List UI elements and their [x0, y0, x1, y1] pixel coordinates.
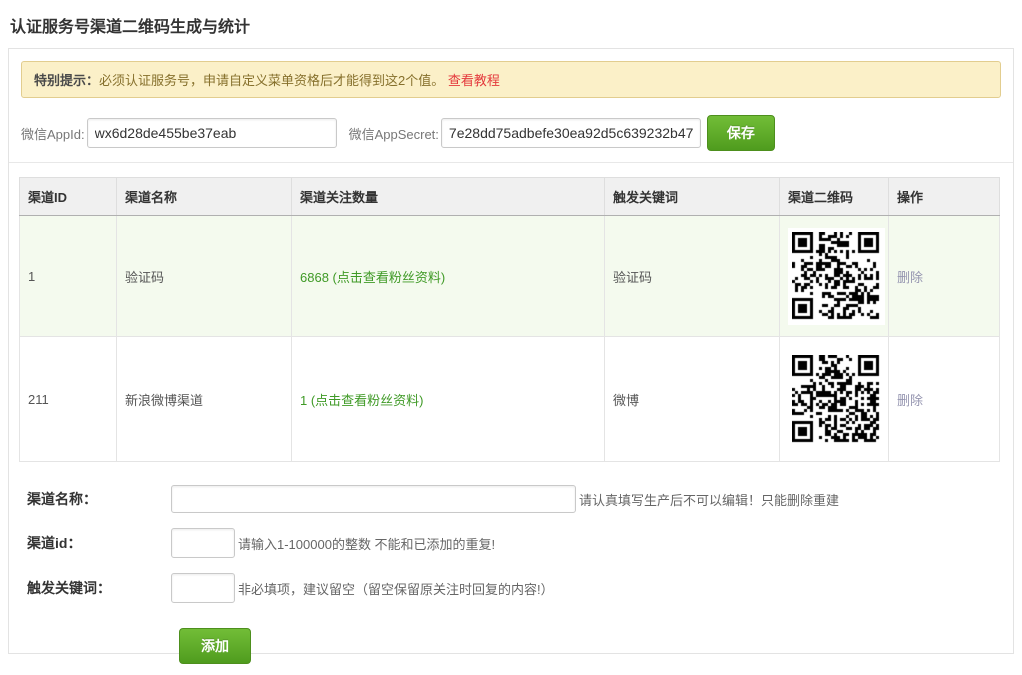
- trigger-keyword-label: 触发关键词：: [19, 578, 171, 598]
- channel-id-label: 渠道id：: [19, 533, 171, 553]
- cell-channel-id: 211: [20, 337, 117, 462]
- cell-actions: 删除: [889, 216, 1000, 337]
- channel-id-input[interactable]: [171, 528, 235, 558]
- credentials-row: 微信AppId: 微信AppSecret: 保存: [21, 117, 1003, 149]
- table-header-row: 渠道ID 渠道名称 渠道关注数量 触发关键词 渠道二维码 操作: [20, 178, 1000, 216]
- trigger-keyword-hint: 非必填项，建议留空（留空保留原关注时回复的内容!）: [238, 579, 554, 598]
- add-channel-form: 渠道名称： 请认真填写生产后不可以编辑！只能删除重建 渠道id： 请输入1-10…: [19, 485, 1003, 664]
- header-follow-count: 渠道关注数量: [292, 178, 605, 216]
- fans-detail-link[interactable]: 6868 (点击查看粉丝资料): [300, 270, 445, 285]
- view-tutorial-link[interactable]: 查看教程: [448, 73, 500, 88]
- appid-input[interactable]: [87, 118, 337, 148]
- appsecret-input[interactable]: [441, 118, 701, 148]
- warning-message: 必须认证服务号，申请自定义菜单资格后才能得到这2个值。: [99, 73, 444, 88]
- cell-channel-id: 1: [20, 216, 117, 337]
- channel-id-hint: 请输入1-100000的整数 不能和已添加的重复!: [238, 534, 495, 553]
- delete-link[interactable]: 删除: [897, 393, 923, 408]
- section-divider: [9, 162, 1013, 163]
- channel-id-row: 渠道id： 请输入1-100000的整数 不能和已添加的重复!: [19, 528, 1003, 558]
- save-button[interactable]: 保存: [707, 115, 775, 151]
- channel-name-input[interactable]: [171, 485, 576, 513]
- qr-code-canvas: [792, 232, 881, 321]
- cell-channel-name: 验证码: [117, 216, 292, 337]
- warning-prefix: 特别提示：: [34, 73, 99, 88]
- header-actions: 操作: [889, 178, 1000, 216]
- channels-table: 渠道ID 渠道名称 渠道关注数量 触发关键词 渠道二维码 操作 1 验证码 68…: [19, 177, 1000, 462]
- page-title: 认证服务号渠道二维码生成与统计: [10, 13, 1022, 37]
- header-trigger-keyword: 触发关键词: [605, 178, 780, 216]
- cell-trigger-keyword: 微博: [605, 337, 780, 462]
- cell-trigger-keyword: 验证码: [605, 216, 780, 337]
- channel-name-row: 渠道名称： 请认真填写生产后不可以编辑！只能删除重建: [19, 485, 1003, 513]
- header-channel-name: 渠道名称: [117, 178, 292, 216]
- table-row: 1 验证码 6868 (点击查看粉丝资料) 验证码 删除: [20, 216, 1000, 337]
- trigger-keyword-row: 触发关键词： 非必填项，建议留空（留空保留原关注时回复的内容!）: [19, 573, 1003, 603]
- cell-channel-name: 新浪微博渠道: [117, 337, 292, 462]
- qr-code-image: [788, 228, 885, 325]
- cell-follow-count: 6868 (点击查看粉丝资料): [292, 216, 605, 337]
- add-button[interactable]: 添加: [179, 628, 251, 664]
- qr-code-canvas: [792, 355, 881, 444]
- delete-link[interactable]: 删除: [897, 270, 923, 285]
- appid-label: 微信AppId:: [21, 124, 85, 143]
- channel-name-hint: 请认真填写生产后不可以编辑！只能删除重建: [579, 490, 839, 509]
- cell-channel-qr: [780, 337, 889, 462]
- trigger-keyword-input[interactable]: [171, 573, 235, 603]
- header-channel-qr: 渠道二维码: [780, 178, 889, 216]
- cell-follow-count: 1 (点击查看粉丝资料): [292, 337, 605, 462]
- table-row: 211 新浪微博渠道 1 (点击查看粉丝资料) 微博 删除: [20, 337, 1000, 462]
- header-channel-id: 渠道ID: [20, 178, 117, 216]
- channel-name-label: 渠道名称：: [19, 489, 171, 509]
- appsecret-label: 微信AppSecret:: [349, 124, 439, 143]
- cell-channel-qr: [780, 216, 889, 337]
- qr-code-image: [788, 351, 885, 448]
- warning-banner: 特别提示：必须认证服务号，申请自定义菜单资格后才能得到这2个值。 查看教程: [21, 61, 1001, 98]
- fans-detail-link[interactable]: 1 (点击查看粉丝资料): [300, 393, 424, 408]
- cell-actions: 删除: [889, 337, 1000, 462]
- main-panel: 特别提示：必须认证服务号，申请自定义菜单资格后才能得到这2个值。 查看教程 微信…: [8, 48, 1014, 654]
